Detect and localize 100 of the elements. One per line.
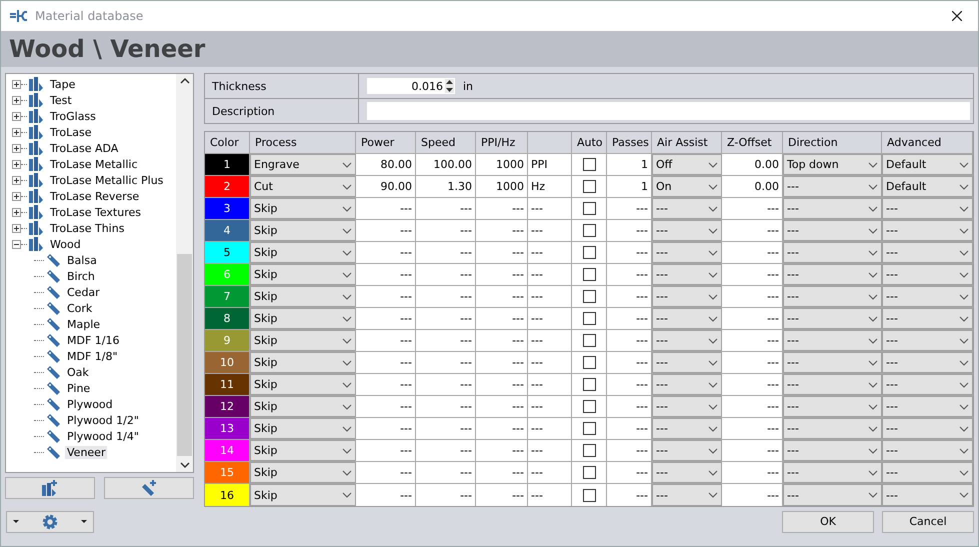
air-assist-dropdown[interactable]: On	[652, 176, 722, 197]
tree-item[interactable]: Plywood	[65, 398, 115, 410]
table-cell[interactable]: ---	[476, 264, 528, 285]
checkbox[interactable]	[582, 400, 596, 413]
air-assist-dropdown[interactable]: ---	[652, 264, 722, 285]
table-cell[interactable]: ---	[607, 242, 652, 263]
table-cell[interactable]: ---	[416, 198, 476, 219]
table-cell[interactable]: ---	[722, 484, 783, 506]
table-cell[interactable]: ---	[356, 418, 416, 439]
air-assist-dropdown[interactable]: ---	[652, 396, 722, 417]
process-dropdown[interactable]: Skip	[250, 462, 356, 483]
air-assist-dropdown[interactable]: ---	[652, 242, 722, 263]
table-cell[interactable]: ---	[722, 396, 783, 417]
tree-item[interactable]: Plywood 1/4"	[65, 430, 141, 442]
advanced-dropdown[interactable]: Default	[882, 154, 973, 175]
advanced-dropdown[interactable]: ---	[882, 198, 973, 219]
checkbox[interactable]	[582, 158, 596, 171]
table-cell[interactable]: ---	[607, 308, 652, 329]
table-cell[interactable]: 0.00	[722, 154, 783, 175]
table-cell[interactable]: ---	[607, 330, 652, 351]
process-dropdown[interactable]: Skip	[250, 352, 356, 373]
add-material-button[interactable]	[104, 477, 194, 499]
table-cell[interactable]: ---	[416, 308, 476, 329]
table-cell[interactable]: ---	[476, 286, 528, 307]
checkbox[interactable]	[582, 444, 596, 457]
air-assist-dropdown[interactable]: ---	[652, 374, 722, 395]
table-cell[interactable]: ---	[476, 374, 528, 395]
table-cell[interactable]: ---	[722, 352, 783, 373]
air-assist-dropdown[interactable]: ---	[652, 484, 722, 506]
scrollbar[interactable]	[176, 74, 193, 472]
scroll-down-icon[interactable]	[180, 462, 190, 468]
tree-item[interactable]: Cedar	[65, 286, 102, 298]
table-cell[interactable]: ---	[722, 330, 783, 351]
air-assist-dropdown[interactable]: ---	[652, 220, 722, 241]
table-cell[interactable]: ---	[356, 286, 416, 307]
table-cell[interactable]: ---	[722, 462, 783, 483]
process-dropdown[interactable]: Cut	[250, 176, 356, 197]
expand-icon[interactable]	[12, 160, 21, 168]
advanced-dropdown[interactable]: ---	[882, 484, 973, 506]
table-cell[interactable]: ---	[476, 462, 528, 483]
tree-item[interactable]: TroGlass	[48, 110, 98, 122]
process-dropdown[interactable]: Skip	[250, 440, 356, 461]
table-cell[interactable]: ---	[607, 440, 652, 461]
table-cell[interactable]: ---	[356, 484, 416, 506]
advanced-dropdown[interactable]: Default	[882, 176, 973, 197]
process-dropdown[interactable]: Skip	[250, 330, 356, 351]
table-cell[interactable]: ---	[416, 220, 476, 241]
table-cell[interactable]: ---	[722, 418, 783, 439]
tree-item[interactable]: TroLase	[48, 126, 94, 138]
tree-item[interactable]: Pine	[65, 382, 92, 394]
table-cell[interactable]: 1.30	[416, 176, 476, 197]
table-cell[interactable]: ---	[416, 286, 476, 307]
advanced-dropdown[interactable]: ---	[882, 418, 973, 439]
table-cell[interactable]: ---	[722, 440, 783, 461]
table-cell[interactable]: ---	[476, 352, 528, 373]
table-cell[interactable]: ---	[607, 264, 652, 285]
tree-item[interactable]: Birch	[65, 270, 97, 282]
tree-item[interactable]: TroLase Metallic	[48, 158, 140, 170]
checkbox[interactable]	[582, 290, 596, 303]
table-cell[interactable]: ---	[356, 374, 416, 395]
tree-item[interactable]: Balsa	[65, 254, 99, 266]
expand-icon[interactable]	[12, 208, 21, 216]
tree-item[interactable]: Test	[48, 94, 74, 106]
air-assist-dropdown[interactable]: ---	[652, 330, 722, 351]
process-dropdown[interactable]: Skip	[250, 264, 356, 285]
table-cell[interactable]: ---	[607, 352, 652, 373]
tree-item[interactable]: TroLase ADA	[48, 142, 120, 154]
table-cell[interactable]: ---	[356, 198, 416, 219]
checkbox[interactable]	[582, 466, 596, 479]
air-assist-dropdown[interactable]: ---	[652, 440, 722, 461]
cancel-button[interactable]: Cancel	[882, 510, 974, 532]
advanced-dropdown[interactable]: ---	[882, 264, 973, 285]
table-cell[interactable]: 1000	[476, 154, 528, 175]
table-cell[interactable]: ---	[356, 462, 416, 483]
tree-item[interactable]: Veneer	[65, 446, 108, 458]
table-cell[interactable]: ---	[416, 330, 476, 351]
table-cell[interactable]: ---	[476, 220, 528, 241]
tree-item[interactable]: TroLase Textures	[48, 206, 143, 218]
table-cell[interactable]: ---	[607, 220, 652, 241]
table-cell[interactable]: ---	[607, 396, 652, 417]
direction-dropdown[interactable]: ---	[783, 484, 882, 506]
checkbox[interactable]	[582, 224, 596, 237]
tree-item[interactable]: Cork	[65, 302, 94, 314]
add-group-button[interactable]	[5, 477, 95, 499]
direction-dropdown[interactable]: ---	[783, 220, 882, 241]
expand-icon[interactable]	[12, 128, 21, 136]
ok-button[interactable]: OK	[782, 510, 874, 532]
process-dropdown[interactable]: Skip	[250, 396, 356, 417]
air-assist-dropdown[interactable]: ---	[652, 308, 722, 329]
advanced-dropdown[interactable]: ---	[882, 462, 973, 483]
thickness-field[interactable]: 0.016	[367, 78, 455, 94]
air-assist-dropdown[interactable]: ---	[652, 462, 722, 483]
table-cell[interactable]: ---	[722, 308, 783, 329]
process-dropdown[interactable]: Skip	[250, 484, 356, 506]
table-cell[interactable]: 0.00	[722, 176, 783, 197]
advanced-dropdown[interactable]: ---	[882, 220, 973, 241]
table-cell[interactable]: 90.00	[356, 176, 416, 197]
table-cell[interactable]: ---	[607, 286, 652, 307]
advanced-dropdown[interactable]: ---	[882, 330, 973, 351]
tree-item[interactable]: Maple	[65, 318, 102, 330]
